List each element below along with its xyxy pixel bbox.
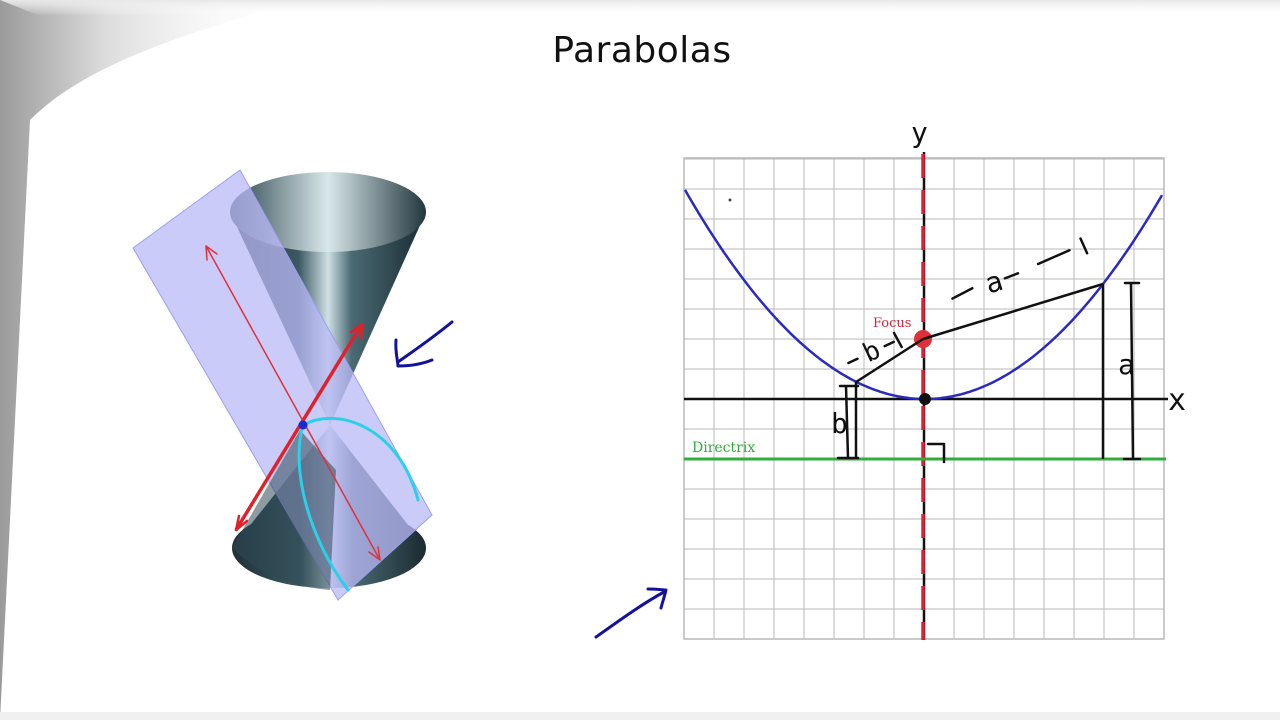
- segment-focus-to-right: [922, 282, 1104, 341]
- directrix-label: Directrix: [692, 440, 755, 456]
- handwritten-arrow-graph-icon: [594, 587, 668, 639]
- slide: Parabolas Directrix Focus a b b a x y: [0, 0, 1280, 720]
- y-axis-label: y: [911, 116, 928, 149]
- distance-a-label: a: [1118, 348, 1135, 381]
- x-axis-label: x: [1168, 383, 1186, 418]
- stray-dot: [728, 198, 732, 202]
- parabola-graph: Directrix Focus a b b a x y: [594, 116, 1186, 640]
- svg-text:b: b: [858, 335, 885, 369]
- focus-label: Focus: [873, 316, 911, 331]
- vertex-point: [919, 393, 931, 405]
- distance-b-label: b: [831, 407, 848, 440]
- svg-text:a: a: [981, 264, 1007, 300]
